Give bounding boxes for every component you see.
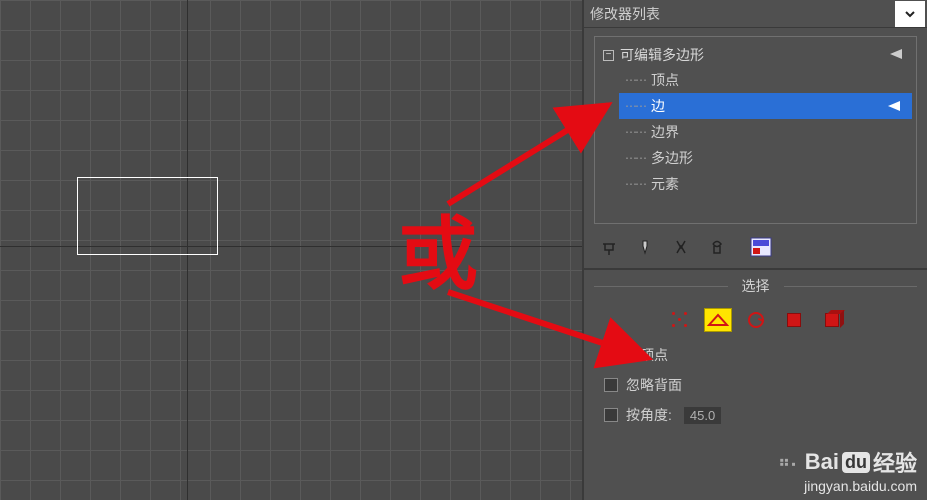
border-icon (748, 312, 764, 328)
polygon-icon (787, 313, 801, 327)
subobject-buttons-row (584, 300, 927, 340)
triangle-left-icon (888, 98, 900, 114)
subobject-edge[interactable]: ⋯⋯边 (619, 93, 912, 119)
by-vertex-label: 按顶点 (626, 345, 668, 365)
polygon-mode-button[interactable] (780, 308, 808, 332)
edge-mode-button[interactable] (704, 308, 732, 332)
subobject-element[interactable]: ⋯⋯元素 (619, 171, 912, 197)
modifier-stack[interactable]: − 可编辑多边形 ⋯⋯顶点 ⋯⋯边 ⋯⋯边界 ⋯⋯多边形 ⋯⋯元素 (594, 36, 917, 224)
modifier-panel: 修改器列表 − 可编辑多边形 ⋯⋯顶点 ⋯⋯边 ⋯⋯边界 ⋯⋯多边形 ⋯⋯元素 … (582, 0, 927, 500)
stack-root-label: 可编辑多边形 (620, 45, 704, 65)
selection-rollout-header[interactable]: 选择 (594, 276, 917, 296)
subobject-polygon[interactable]: ⋯⋯多边形 (619, 145, 912, 171)
selection-rollout-title: 选择 (728, 276, 784, 296)
selected-object-box[interactable] (77, 177, 218, 255)
watermark-product: 经验 (873, 446, 917, 478)
show-end-result-icon[interactable] (634, 236, 656, 258)
viewport[interactable] (0, 0, 582, 500)
modifier-list-dropdown[interactable]: 修改器列表 (584, 0, 927, 28)
watermark-brand2: du (842, 452, 870, 473)
watermark-brand1: Bai (805, 449, 839, 475)
angle-value-spinner[interactable]: 45.0 (684, 407, 721, 424)
subobject-border[interactable]: ⋯⋯边界 (619, 119, 912, 145)
vertex-icon (670, 310, 690, 330)
ignore-backfacing-label: 忽略背面 (626, 375, 682, 395)
edge-icon (707, 312, 729, 328)
by-angle-label: 按角度: (626, 405, 672, 425)
border-mode-button[interactable] (742, 308, 770, 332)
subobject-vertex[interactable]: ⋯⋯顶点 (619, 67, 912, 93)
chevron-down-icon[interactable] (895, 1, 925, 27)
by-angle-checkbox-row[interactable]: 按角度: 45.0 (584, 400, 927, 430)
checkbox-icon[interactable] (604, 348, 618, 362)
make-unique-icon[interactable] (670, 236, 692, 258)
checkbox-icon[interactable] (604, 408, 618, 422)
configure-modifier-sets-icon[interactable] (750, 236, 772, 258)
triangle-left-icon (890, 46, 902, 64)
stack-subobject-list: ⋯⋯顶点 ⋯⋯边 ⋯⋯边界 ⋯⋯多边形 ⋯⋯元素 (619, 67, 912, 197)
ignore-backfacing-checkbox-row[interactable]: 忽略背面 (584, 370, 927, 400)
element-icon (825, 313, 839, 327)
by-vertex-checkbox-row[interactable]: 按顶点 (584, 340, 927, 370)
collapse-icon[interactable]: − (603, 50, 614, 61)
paw-icon: ⠶⠄ (778, 452, 801, 472)
vertex-mode-button[interactable] (666, 308, 694, 332)
checkbox-icon[interactable] (604, 378, 618, 392)
pin-stack-icon[interactable] (598, 236, 620, 258)
remove-modifier-icon[interactable] (706, 236, 728, 258)
baidu-watermark: ⠶⠄ Baidu 经验 jingyan.baidu.com (778, 446, 917, 494)
stack-root-editable-poly[interactable]: − 可编辑多边形 (599, 43, 912, 67)
element-mode-button[interactable] (818, 308, 846, 332)
watermark-url: jingyan.baidu.com (778, 478, 917, 494)
stack-toolbar (584, 230, 927, 270)
modifier-list-label: 修改器列表 (584, 4, 895, 24)
